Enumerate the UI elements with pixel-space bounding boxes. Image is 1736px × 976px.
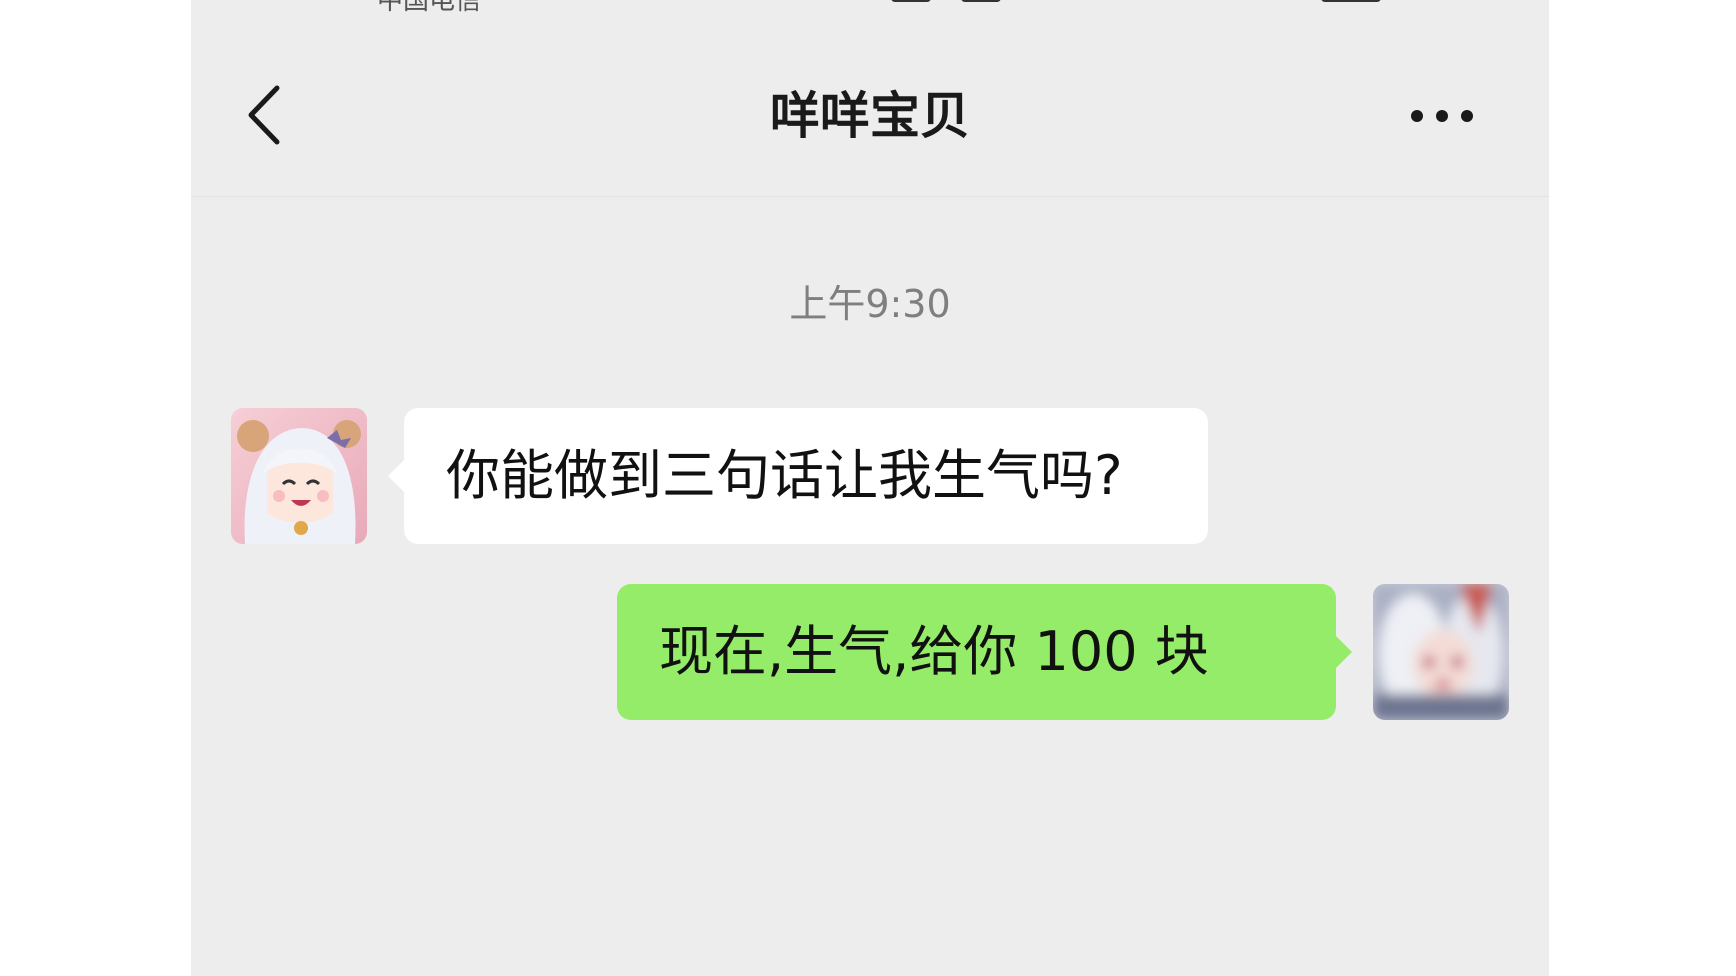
- chat-screen: 中国电信 咩咩宝贝 上午9:30: [191, 0, 1549, 976]
- more-dots-icon: [1411, 110, 1473, 122]
- incoming-message-text: 你能做到三句话让我生气吗?: [446, 444, 1123, 507]
- outgoing-message-text: 现在,生气,给你 100 块: [659, 620, 1209, 683]
- message-timestamp: 上午9:30: [789, 282, 951, 326]
- blurred-avatar-icon: [1373, 584, 1509, 720]
- contact-avatar[interactable]: [231, 408, 367, 544]
- incoming-message-bubble[interactable]: 你能做到三句话让我生气吗?: [388, 408, 1208, 544]
- outgoing-message-bubble[interactable]: 现在,生气,给你 100 块: [617, 584, 1352, 720]
- anime-girl-avatar-icon: [231, 408, 367, 544]
- nav-bar: 咩咩宝贝: [191, 0, 1549, 197]
- my-avatar[interactable]: [1373, 584, 1509, 720]
- chat-title: 咩咩宝贝: [770, 87, 970, 145]
- more-button[interactable]: [1407, 96, 1477, 136]
